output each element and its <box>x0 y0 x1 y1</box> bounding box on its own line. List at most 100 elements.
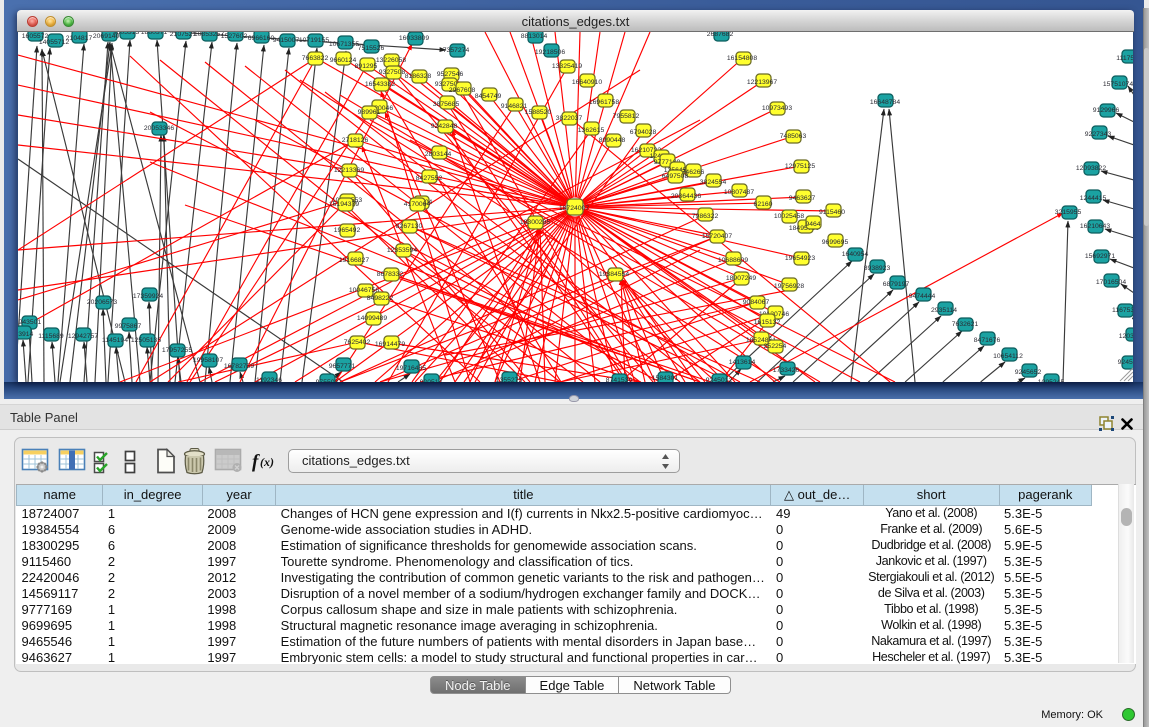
svg-text:1167533: 1167533 <box>1112 307 1133 314</box>
svg-text:19756928: 19756928 <box>774 283 804 290</box>
svg-text:10688609: 10688609 <box>718 257 748 264</box>
svg-text:2935114: 2935114 <box>931 307 957 314</box>
svg-text:2803144: 2803144 <box>425 151 452 158</box>
svg-text:9242848: 9242848 <box>431 123 458 130</box>
svg-text:9115460: 9115460 <box>819 209 845 216</box>
svg-text:12975125: 12975125 <box>785 163 815 170</box>
svg-text:9464: 9464 <box>805 221 820 228</box>
svg-text:15720407: 15720407 <box>702 233 732 240</box>
svg-text:1244415: 1244415 <box>1080 195 1107 202</box>
svg-text:16033809: 16033809 <box>399 35 429 42</box>
svg-text:f: f <box>252 452 260 473</box>
svg-text:1413614: 1413614 <box>729 359 756 366</box>
svg-text:8267130: 8267130 <box>396 223 423 230</box>
svg-text:7955812: 7955812 <box>613 113 640 120</box>
svg-text:1860371: 1860371 <box>141 32 168 36</box>
svg-text:3822037: 3822037 <box>556 115 583 122</box>
svg-text:12942757: 12942757 <box>68 333 98 340</box>
svg-text:16648784: 16648784 <box>870 99 900 106</box>
svg-text:1115689: 1115689 <box>38 333 64 340</box>
svg-text:16210643: 16210643 <box>1080 223 1110 230</box>
svg-text:9129966: 9129966 <box>1093 107 1120 114</box>
svg-text:924501: 924501 <box>1118 359 1133 366</box>
svg-text:6794028: 6794028 <box>630 129 657 136</box>
svg-text:16782759: 16782759 <box>224 363 254 370</box>
svg-text:6497508: 6497508 <box>662 173 689 180</box>
svg-text:18724007: 18724007 <box>559 205 589 212</box>
svg-text:1095245: 1095245 <box>1038 379 1065 382</box>
svg-text:13325419: 13325419 <box>552 63 582 70</box>
svg-text:920514: 920514 <box>420 379 443 382</box>
svg-text:12505135: 12505135 <box>131 337 161 344</box>
svg-text:19654923: 19654923 <box>785 255 815 262</box>
svg-text:1640954: 1640954 <box>842 251 869 258</box>
svg-text:3824554: 3824554 <box>700 179 727 186</box>
svg-text:1965492: 1965492 <box>334 227 361 234</box>
svg-text:14055712: 14055712 <box>39 39 69 46</box>
svg-text:10671355: 10671355 <box>329 41 359 48</box>
svg-text:10025458: 10025458 <box>774 213 804 220</box>
svg-text:8454749: 8454749 <box>475 93 502 100</box>
svg-text:4170064: 4170064 <box>404 201 431 208</box>
svg-text:2718126: 2718126 <box>342 137 369 144</box>
svg-text:9605313: 9605313 <box>113 32 140 36</box>
svg-text:989961: 989961 <box>358 109 381 116</box>
svg-text:9660124: 9660124 <box>330 57 357 64</box>
svg-text:7515526: 7515526 <box>358 45 385 52</box>
svg-text:20206573: 20206573 <box>87 299 117 306</box>
svg-text:12353594: 12353594 <box>387 247 417 254</box>
svg-text:1615132: 1615132 <box>754 319 781 326</box>
svg-text:13226058: 13226058 <box>376 57 406 64</box>
svg-text:10654112: 10654112 <box>993 353 1023 360</box>
svg-text:18300295: 18300295 <box>520 219 550 226</box>
svg-text:16543382: 16543382 <box>365 81 395 88</box>
svg-text:19218506: 19218506 <box>535 49 565 56</box>
svg-text:18907249: 18907249 <box>726 275 756 282</box>
svg-text:19716485: 19716485 <box>396 365 426 372</box>
svg-text:1584301: 1584301 <box>652 375 679 382</box>
svg-text:62160: 62160 <box>754 201 773 208</box>
svg-text:252254: 252254 <box>764 343 787 350</box>
svg-text:9245652: 9245652 <box>1015 369 1042 376</box>
svg-text:15692971: 15692971 <box>1085 253 1115 260</box>
svg-text:16640910: 16640910 <box>572 79 602 86</box>
svg-text:8678332: 8678332 <box>377 271 404 278</box>
svg-text:1192346: 1192346 <box>256 377 282 382</box>
svg-text:9146821: 9146821 <box>501 103 528 110</box>
svg-text:7625402: 7625402 <box>344 339 371 346</box>
svg-text:9327508: 9327508 <box>379 69 406 76</box>
svg-text:1117534: 1117534 <box>1116 55 1133 62</box>
svg-text:16961758: 16961758 <box>589 99 619 106</box>
svg-text:1362615: 1362615 <box>578 127 605 134</box>
svg-text:8427552: 8427552 <box>416 175 443 182</box>
svg-text:1145194: 1145194 <box>102 337 128 344</box>
svg-text:10973493: 10973493 <box>762 105 792 112</box>
svg-text:7357274: 7357274 <box>443 47 470 54</box>
svg-text:9474444: 9474444 <box>909 293 936 300</box>
svg-text:14099489: 14099489 <box>357 315 387 322</box>
svg-text:15751074: 15751074 <box>1103 81 1133 88</box>
svg-text:20364436: 20364436 <box>671 193 701 200</box>
svg-text:1355275: 1355275 <box>496 377 523 382</box>
svg-text:993914: 993914 <box>18 331 34 338</box>
svg-text:7632621: 7632621 <box>952 321 979 328</box>
svg-text:10853257: 10853257 <box>194 32 224 38</box>
svg-text:8471676: 8471676 <box>974 337 1001 344</box>
svg-text:7986322: 7986322 <box>692 213 719 220</box>
svg-text:1733426: 1733426 <box>773 367 800 374</box>
svg-text:9463627: 9463627 <box>789 195 816 202</box>
svg-text:16154808: 16154808 <box>727 55 757 62</box>
svg-text:10719155: 10719155 <box>299 37 329 44</box>
svg-text:1943501: 1943501 <box>18 319 41 326</box>
svg-text:9084067: 9084067 <box>743 299 770 306</box>
svg-text:2107521: 2107521 <box>170 32 197 38</box>
svg-text:8741530: 8741530 <box>606 377 633 382</box>
svg-text:6966160: 6966160 <box>248 35 275 42</box>
svg-text:9245012: 9245012 <box>706 377 733 382</box>
svg-text:8186328: 8186328 <box>405 73 432 80</box>
svg-text:975503: 975503 <box>316 379 339 382</box>
svg-text:7663822: 7663822 <box>302 55 329 62</box>
svg-text:9415007: 9415007 <box>273 37 300 44</box>
svg-text:6879197: 6879197 <box>883 281 910 288</box>
svg-text:19166827: 19166827 <box>339 257 369 264</box>
